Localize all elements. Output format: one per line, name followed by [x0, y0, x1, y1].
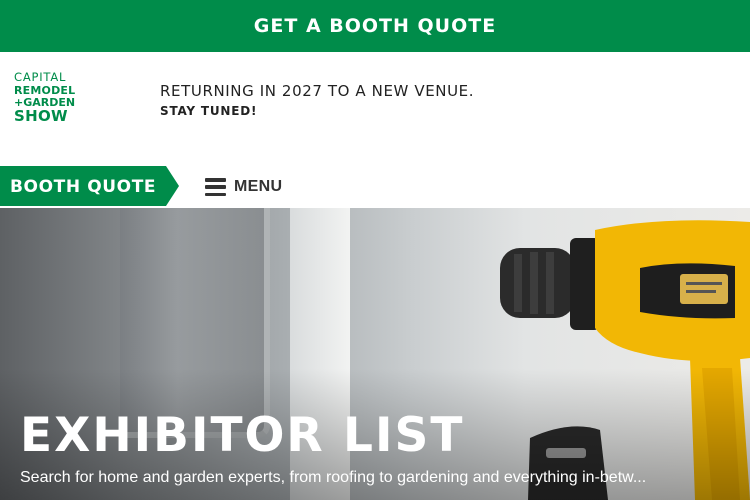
logo-line-capital: CAPITAL: [14, 70, 67, 84]
announcement-sub: STAY TUNED!: [160, 104, 258, 118]
announcement: RETURNING IN 2027 TO A NEW VENUE. STAY T…: [160, 82, 474, 118]
menu-label: MENU: [234, 178, 283, 195]
hero-banner: EXHIBITOR LIST Search for home and garde…: [0, 208, 750, 500]
announcement-main: RETURNING IN 2027 TO A NEW VENUE.: [160, 82, 475, 100]
logo-line-show: SHOW: [14, 106, 68, 125]
booth-quote-banner[interactable]: GET A BOOTH QUOTE: [0, 0, 750, 52]
logo-line-remodel: REMODEL: [14, 83, 76, 97]
booth-quote-button[interactable]: BOOTH QUOTE: [0, 166, 180, 206]
site-logo[interactable]: CAPITAL REMODEL +GARDEN SHOW: [14, 70, 84, 125]
booth-quote-button-label: BOOTH QUOTE: [10, 177, 157, 197]
menu-button[interactable]: MENU: [205, 176, 282, 198]
hamburger-icon: [205, 178, 226, 196]
main-navbar: BOOTH QUOTE MENU: [0, 166, 750, 208]
site-header: CAPITAL REMODEL +GARDEN SHOW RETURNING I…: [0, 52, 750, 166]
booth-quote-banner-label: GET A BOOTH QUOTE: [253, 15, 497, 37]
logo-line-garden: +GARDEN: [14, 95, 76, 109]
hero-subtitle: Search for home and garden experts, from…: [20, 469, 647, 486]
hero-title: EXHIBITOR LIST: [20, 408, 465, 463]
